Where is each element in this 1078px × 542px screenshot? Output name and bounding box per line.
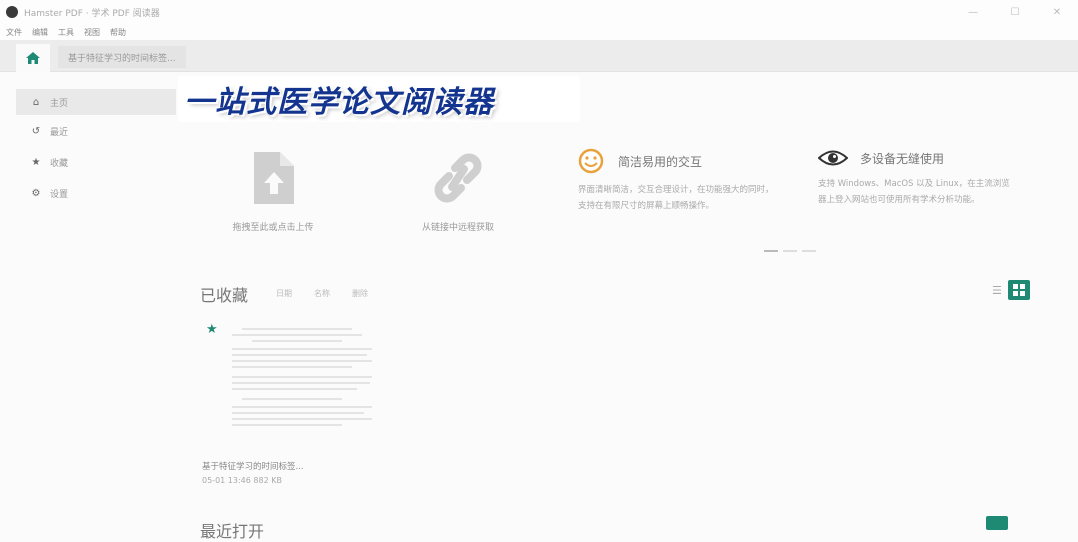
sidebar-item-label: 最近 <box>50 127 69 138</box>
favorite-meta: 05-01 13:46 882 KB <box>202 476 282 485</box>
feature-simple-title: 简洁易用的交互 <box>618 154 703 169</box>
main-content: 一站式医学论文阅读器 拖拽至此或点击上传 从链接中远程获取 简洁易用的交互 界面… <box>178 72 1078 541</box>
filter-delete[interactable]: 删除 <box>352 288 368 299</box>
link-caption: 从链接中远程获取 <box>421 223 494 233</box>
grid-view-icon <box>1012 284 1025 296</box>
favorite-card[interactable]: ★ 基于特征学习的时间标签... 05-01 13:46 882 KB <box>202 322 392 492</box>
menu-view[interactable]: 视图 <box>84 27 100 38</box>
tab-bar: 基于特征学习的时间标签... <box>0 40 1078 72</box>
window-title: Hamster PDF · 学术 PDF 阅读器 <box>24 8 160 19</box>
link-icon <box>434 153 482 203</box>
sidebar-item-label: 主页 <box>50 98 69 109</box>
title-bar: Hamster PDF · 学术 PDF 阅读器 — ☐ ✕ <box>0 0 1078 24</box>
grid-view-button[interactable] <box>1007 280 1030 300</box>
sidebar-item-settings[interactable]: ⚙ 设置 <box>16 180 176 206</box>
view-toggle: ☰ <box>992 280 1030 300</box>
favorite-name: 基于特征学习的时间标签... <box>202 462 304 472</box>
filter-date[interactable]: 日期 <box>276 288 292 299</box>
feature-multi-desc: 支持 Windows、MacOS 以及 Linux，在主流浏览器上登入网站也可使… <box>818 179 1010 205</box>
recent-title: 最近打开 <box>200 522 265 541</box>
carousel-dot[interactable] <box>802 250 816 252</box>
sidebar-item-recent[interactable]: ↺ 最近 <box>16 118 176 144</box>
carousel-indicator[interactable] <box>764 250 816 252</box>
filter-name[interactable]: 名称 <box>314 288 330 299</box>
app-logo-icon <box>6 6 18 18</box>
list-view-icon[interactable]: ☰ <box>992 284 1002 297</box>
menu-bar: 文件 编辑 工具 视图 帮助 <box>0 24 1078 40</box>
sidebar-item-favorites[interactable]: ★ 收藏 <box>16 149 176 175</box>
maximize-button[interactable]: ☐ <box>994 0 1036 24</box>
recent-view-toggle <box>986 516 1008 530</box>
carousel-dot[interactable] <box>783 250 797 252</box>
menu-help[interactable]: 帮助 <box>110 27 126 38</box>
sidebar: ⌂ 主页 ↺ 最近 ★ 收藏 ⚙ 设置 <box>0 72 178 529</box>
feature-multi-device: 多设备无缝使用 支持 Windows、MacOS 以及 Linux，在主流浏览器… <box>818 148 1038 208</box>
smile-icon <box>578 148 604 174</box>
tab-home[interactable] <box>16 44 50 72</box>
close-button[interactable]: ✕ <box>1036 0 1078 24</box>
file-upload-icon <box>254 152 294 204</box>
favorites-filters: 日期 名称 删除 <box>276 288 368 299</box>
window-controls: — ☐ ✕ <box>952 0 1078 24</box>
menu-edit[interactable]: 编辑 <box>32 27 48 38</box>
feature-simple: 简洁易用的交互 界面清晰简洁，交互合理设计，在功能强大的同时，支持在有限尺寸的屏… <box>578 148 798 214</box>
banner-text: 一站式医学论文阅读器 <box>184 85 494 120</box>
promo-banner: 一站式医学论文阅读器 <box>178 76 580 122</box>
sidebar-item-label: 收藏 <box>50 158 69 169</box>
gear-icon: ⚙ <box>31 187 41 199</box>
remote-link-area[interactable]: 从链接中远程获取 <box>388 150 528 233</box>
menu-file[interactable]: 文件 <box>6 27 22 38</box>
minimize-button[interactable]: — <box>952 0 994 24</box>
home-icon <box>26 52 40 64</box>
sidebar-item-home[interactable]: ⌂ 主页 <box>16 89 176 115</box>
carousel-dot[interactable] <box>764 250 778 252</box>
menu-tools[interactable]: 工具 <box>58 27 74 38</box>
favorites-title: 已收藏 <box>200 286 249 305</box>
eye-icon <box>818 150 848 166</box>
upload-caption: 拖拽至此或点击上传 <box>232 223 314 233</box>
home-icon: ⌂ <box>32 96 40 108</box>
sidebar-item-label: 设置 <box>50 189 69 200</box>
star-icon: ★ <box>206 322 218 337</box>
feature-simple-desc: 界面清晰简洁，交互合理设计，在功能强大的同时，支持在有限尺寸的屏幕上顺畅操作。 <box>578 185 774 211</box>
star-icon: ★ <box>31 156 41 168</box>
feature-multi-title: 多设备无缝使用 <box>860 151 945 166</box>
tab-document[interactable]: 基于特征学习的时间标签... <box>58 46 186 68</box>
grid-view-button[interactable] <box>986 516 1008 530</box>
upload-area[interactable]: 拖拽至此或点击上传 <box>208 150 338 233</box>
history-icon: ↺ <box>31 125 41 137</box>
